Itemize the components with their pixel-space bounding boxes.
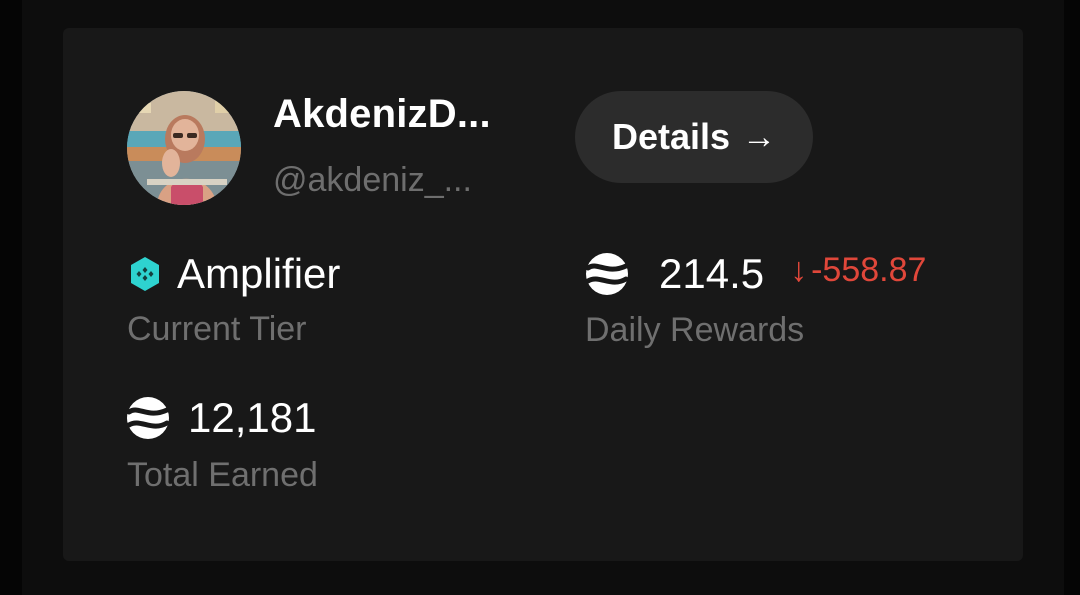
display-name: AkdenizD... <box>273 92 491 136</box>
profile-card: AkdenizD... @akdeniz_... Details → Ampli… <box>63 28 1023 561</box>
total-earned-row: 12,181 <box>126 394 316 442</box>
user-avatar-photo-icon <box>127 91 241 205</box>
daily-rewards-change: ↓ -558.87 <box>790 251 926 290</box>
daily-rewards-value: 214.5 <box>659 250 765 297</box>
token-icon <box>126 397 170 439</box>
hexagon-tier-icon <box>131 257 159 291</box>
tier-label: Current Tier <box>127 310 307 348</box>
tier-name: Amplifier <box>177 250 341 297</box>
daily-rewards-label: Daily Rewards <box>585 311 805 349</box>
user-handle: @akdeniz_... <box>273 161 472 199</box>
total-earned-label: Total Earned <box>127 456 318 494</box>
tier-value-row: Amplifier <box>129 250 340 298</box>
avatar[interactable] <box>127 91 241 205</box>
arrow-right-icon: → <box>742 117 777 156</box>
details-button[interactable]: Details → <box>575 91 813 183</box>
total-earned-value: 12,181 <box>188 394 317 441</box>
daily-rewards-row: 214.5 ↓ -558.87 <box>585 250 926 298</box>
arrow-down-icon: ↓ <box>790 250 808 289</box>
details-button-label: Details <box>611 116 731 157</box>
token-icon <box>585 253 629 295</box>
daily-rewards-change-value: -558.87 <box>811 250 927 289</box>
